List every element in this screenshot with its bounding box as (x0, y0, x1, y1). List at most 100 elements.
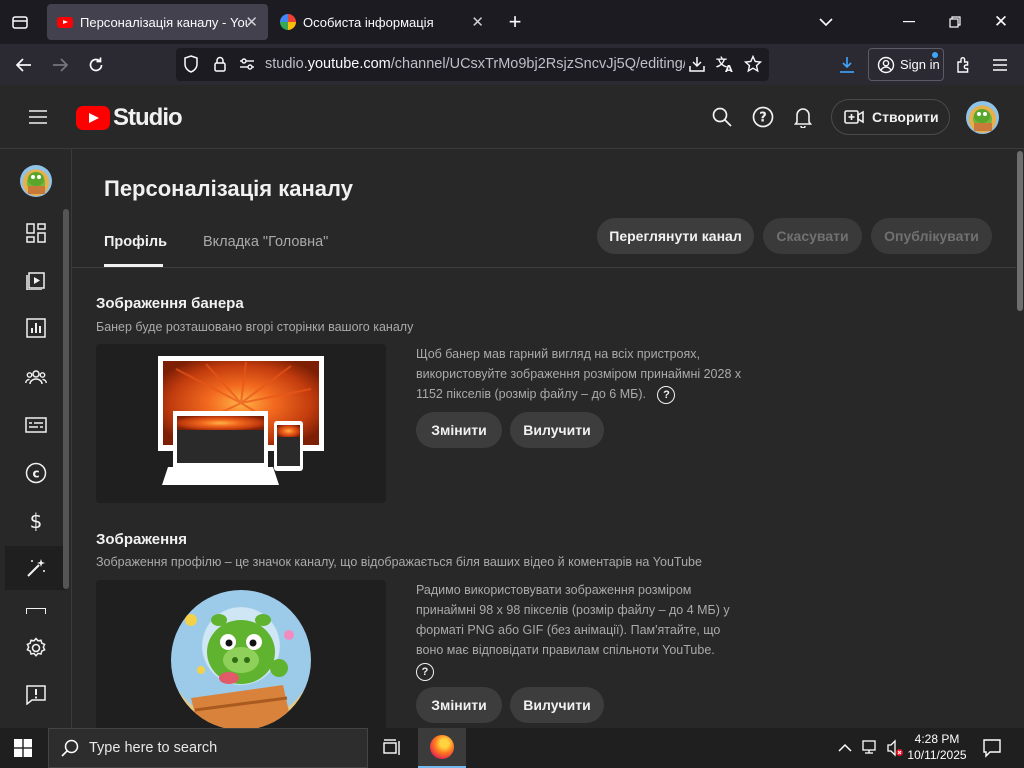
devices-banner-illustration (158, 356, 324, 485)
new-tab-icon[interactable]: + (502, 9, 528, 35)
tab-overflow-chevron-icon[interactable] (803, 0, 849, 44)
main-scrollbar-thumb[interactable] (1017, 151, 1023, 311)
site-permissions-icon[interactable] (234, 51, 260, 77)
browser-tab-bar: Персоналізація каналу - YouTu ✕ Особиста… (0, 0, 1024, 44)
browser-tab-personal-info[interactable]: Особиста інформація ✕ (272, 4, 494, 40)
browser-toolbar: studio.youtube.com/channel/UCsxTrMo9bj2R… (0, 44, 1024, 85)
taskbar-search-placeholder: Type here to search (89, 740, 218, 756)
profile-picture (171, 590, 311, 728)
svg-text:c: c (32, 467, 39, 481)
taskbar-search-box[interactable]: Type here to search (48, 728, 368, 768)
volume-muted-icon[interactable] (886, 739, 904, 762)
address-bar[interactable]: studio.youtube.com/channel/UCsxTrMo9bj2R… (176, 48, 769, 81)
tabs-divider (72, 267, 1016, 268)
sidebar-dashboard-icon[interactable] (14, 211, 58, 255)
banner-preview (96, 344, 386, 503)
picture-preview (96, 580, 386, 728)
create-button[interactable]: Створити (831, 99, 950, 135)
account-avatar[interactable] (966, 101, 999, 134)
account-icon (877, 56, 895, 74)
picture-help-icon[interactable]: ? (416, 662, 434, 681)
browser-tab-studio[interactable]: Персоналізація каналу - YouTu ✕ (47, 4, 268, 40)
close-window-icon[interactable]: ✕ (978, 0, 1024, 44)
tab-profile[interactable]: Профіль (104, 234, 167, 250)
tab-title: Особиста інформація (303, 14, 434, 30)
notifications-bell-icon[interactable] (789, 103, 817, 131)
tray-overflow-chevron-icon[interactable] (838, 740, 852, 758)
banner-help-icon[interactable]: ? (657, 385, 676, 404)
picture-info-text: Радимо використовувати зображення розмір… (416, 580, 746, 681)
tab-list-icon[interactable] (7, 9, 33, 35)
firefox-taskbar-button[interactable] (418, 728, 466, 768)
publish-button[interactable]: Опублікувати (871, 218, 992, 254)
sidebar-customization-icon[interactable] (5, 546, 67, 590)
create-video-icon (844, 109, 864, 125)
extensions-icon[interactable] (951, 52, 977, 78)
channel-avatar[interactable] (20, 165, 52, 197)
studio-sidebar: c $ (0, 149, 72, 728)
sidebar-settings-icon[interactable] (14, 626, 58, 670)
forward-icon[interactable] (47, 52, 73, 78)
tracking-shield-icon[interactable] (178, 51, 204, 77)
sign-in-button[interactable]: Sign in (868, 48, 944, 81)
translate-icon[interactable]: 文A (712, 51, 738, 77)
picture-change-button[interactable]: Змінити (416, 687, 502, 723)
action-center-icon[interactable] (982, 738, 1002, 763)
reload-icon[interactable] (83, 52, 109, 78)
picture-section-description: Зображення профілю – це значок каналу, щ… (96, 555, 702, 569)
sidebar-subtitles-icon[interactable] (14, 403, 58, 447)
downloads-icon[interactable] (834, 52, 860, 78)
help-icon[interactable]: ? (749, 103, 777, 131)
taskbar-clock[interactable]: 4:28 PM 10/11/2025 (906, 731, 968, 763)
youtube-logo-icon (76, 106, 110, 130)
view-channel-button[interactable]: Переглянути канал (597, 218, 754, 254)
save-to-pocket-icon[interactable] (684, 51, 710, 77)
picture-remove-button[interactable]: Вилучити (510, 687, 604, 723)
picture-section-title: Зображення (96, 531, 187, 548)
clock-time: 4:28 PM (914, 732, 960, 746)
firefox-icon (430, 735, 454, 759)
sidebar-content-icon[interactable] (14, 258, 58, 302)
windows-taskbar: Type here to search 4:28 PM 10/11/2025 (0, 728, 1024, 768)
lock-icon[interactable] (207, 51, 233, 77)
close-tab-icon[interactable]: ✕ (471, 13, 484, 31)
sidebar-earn-icon[interactable]: $ (14, 499, 58, 543)
task-view-icon[interactable] (382, 738, 402, 763)
windows-start-icon[interactable] (14, 739, 32, 762)
cancel-button[interactable]: Скасувати (763, 218, 862, 254)
sidebar-scrollbar[interactable] (63, 209, 69, 589)
svg-text:?: ? (759, 111, 767, 126)
svg-text:$: $ (30, 510, 43, 532)
hamburger-menu-icon[interactable] (24, 103, 52, 131)
network-icon[interactable] (862, 739, 880, 760)
sidebar-analytics-icon[interactable] (14, 306, 58, 350)
restore-window-icon[interactable] (932, 0, 978, 44)
create-label: Створити (872, 109, 939, 125)
app-menu-icon[interactable] (987, 52, 1013, 78)
sidebar-feedback-icon[interactable] (14, 673, 58, 717)
banner-remove-button[interactable]: Вилучити (510, 412, 604, 448)
minimize-window-icon[interactable] (886, 0, 932, 44)
sign-in-label: Sign in (900, 57, 940, 72)
search-icon[interactable] (708, 103, 736, 131)
sidebar-copyright-icon[interactable]: c (14, 451, 58, 495)
studio-logo[interactable]: Studio (76, 104, 183, 132)
banner-section-description: Банер буде розташовано вгорі сторінки ва… (96, 320, 414, 334)
bookmark-star-icon[interactable] (740, 51, 766, 77)
tab-home[interactable]: Вкладка "Головна" (203, 234, 328, 250)
studio-header: Studio ? Створити (0, 85, 1024, 149)
sidebar-audio-library-icon[interactable] (26, 608, 46, 614)
sidebar-community-icon[interactable] (14, 355, 58, 399)
notification-dot (932, 52, 938, 58)
customization-main: Персоналізація каналу Профіль Вкладка "Г… (72, 149, 1016, 728)
google-favicon-icon (280, 14, 296, 30)
page-title: Персоналізація каналу (104, 176, 353, 201)
taskbar-search-icon (61, 739, 79, 757)
svg-text:A: A (725, 64, 733, 73)
url-text: studio.youtube.com/channel/UCsxTrMo9bj2R… (265, 56, 685, 72)
main-scrollbar[interactable] (1016, 149, 1024, 728)
back-icon[interactable] (11, 52, 37, 78)
close-tab-icon[interactable]: ✕ (245, 13, 258, 31)
studio-logo-text: Studio (113, 104, 183, 131)
banner-change-button[interactable]: Змінити (416, 412, 502, 448)
